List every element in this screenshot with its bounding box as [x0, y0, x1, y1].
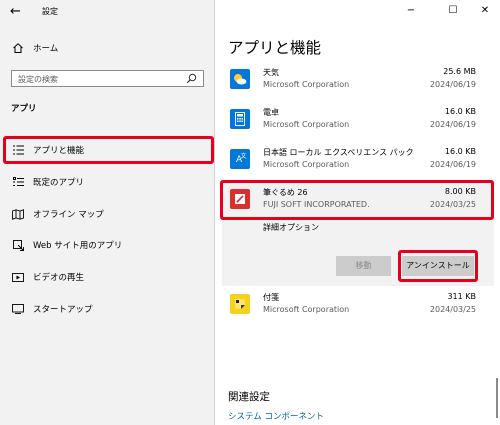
app-publisher: Microsoft Corporation [263, 80, 350, 89]
close-icon[interactable]: ✕ [478, 4, 492, 18]
related-settings-title: 関連設定 [228, 391, 270, 403]
home-icon [13, 43, 23, 53]
sidebar-item-label: スタートアップ [33, 305, 93, 315]
app-list-item-sticky-notes[interactable]: 付箋 Microsoft Corporation 311 KB 2024/03/… [216, 288, 500, 328]
startup-icon [12, 303, 24, 315]
highlight-box-uninstall [398, 250, 478, 282]
minimize-icon[interactable]: − [404, 4, 418, 18]
app-publisher: Microsoft Corporation [263, 305, 350, 314]
main-content: − ☐ ✕ アプリと機能 天気 Microsoft Corporation 25… [216, 0, 500, 425]
page-title: アプリと機能 [228, 39, 322, 57]
highlight-box-sidebar [3, 136, 214, 164]
language-pack-icon: A文 [230, 149, 250, 169]
search-placeholder: 設定の検索 [18, 75, 58, 84]
app-name: 天気 [263, 68, 279, 77]
sidebar-item-video-playback[interactable]: ビデオの再生 [0, 264, 215, 290]
sidebar-item-apps-for-websites[interactable]: Web サイト用のアプリ [0, 232, 215, 258]
app-list-item-language-pack[interactable]: A文 日本語 ローカル エクスペリエンス パック Microsoft Corpo… [216, 143, 500, 183]
apps-for-websites-icon [12, 239, 24, 251]
app-name: 付箋 [263, 293, 279, 302]
scrollbar-thumb[interactable] [496, 378, 498, 418]
sidebar-item-default-apps[interactable]: 既定のアプリ [0, 169, 215, 195]
home-nav-item[interactable]: ホーム [12, 42, 58, 54]
app-date: 2024/06/19 [429, 160, 476, 169]
app-publisher: Microsoft Corporation [263, 160, 350, 169]
section-title-apps: アプリ [11, 104, 37, 114]
weather-icon [230, 69, 250, 89]
sticky-notes-icon [230, 294, 250, 314]
maximize-icon[interactable]: ☐ [446, 4, 460, 18]
sidebar-item-label: オフライン マップ [33, 210, 104, 220]
app-date: 2024/06/19 [429, 120, 476, 129]
calculator-icon [230, 109, 250, 129]
app-size: 25.6 MB [443, 67, 476, 76]
app-name: 日本語 ローカル エクスペリエンス パック [263, 148, 414, 157]
app-list-item-calculator[interactable]: 電卓 Microsoft Corporation 16.0 KB 2024/06… [216, 103, 500, 143]
app-size: 16.0 KB [444, 107, 476, 116]
svg-text:文: 文 [241, 152, 247, 160]
window-title: 設定 [42, 7, 58, 16]
home-label: ホーム [33, 44, 59, 54]
app-size: 311 KB [447, 292, 476, 301]
default-apps-icon [12, 176, 24, 188]
app-list-item-weather[interactable]: 天気 Microsoft Corporation 25.6 MB 2024/06… [216, 63, 500, 103]
app-publisher: Microsoft Corporation [263, 120, 350, 129]
settings-search-input[interactable]: 設定の検索 [11, 70, 204, 87]
sidebar-item-label: ビデオの再生 [33, 273, 85, 283]
app-size: 16.0 KB [444, 147, 476, 156]
sidebar-item-label: Web サイト用のアプリ [33, 241, 123, 251]
sidebar: ← 設定 ホーム 設定の検索 アプリ アプリと機能 既定のアプリ オフライン マ… [0, 0, 215, 425]
move-button[interactable]: 移動 [336, 256, 391, 276]
sidebar-item-offline-maps[interactable]: オフライン マップ [0, 201, 215, 227]
advanced-options-link[interactable]: 詳細オプション [263, 222, 319, 233]
system-components-link[interactable]: システム コンポーネント [228, 410, 324, 422]
highlight-box-app [220, 180, 494, 220]
search-icon[interactable] [186, 73, 197, 84]
app-date: 2024/03/25 [429, 305, 476, 314]
sidebar-item-label: 既定のアプリ [33, 178, 85, 188]
back-arrow-icon[interactable]: ← [10, 5, 24, 19]
app-date: 2024/06/19 [429, 80, 476, 89]
app-name: 電卓 [263, 108, 279, 117]
sidebar-item-startup[interactable]: スタートアップ [0, 296, 215, 322]
video-playback-icon [12, 271, 24, 283]
offline-maps-icon [12, 208, 24, 220]
